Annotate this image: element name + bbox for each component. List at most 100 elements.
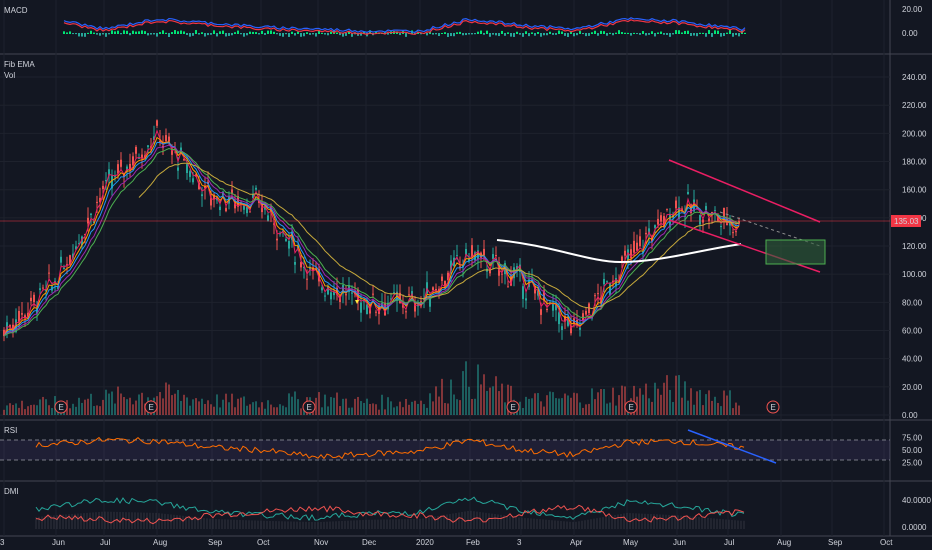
dmi-adx-bar xyxy=(713,518,715,529)
rsi-axis-label: 25.00 xyxy=(902,459,923,468)
candle-body[interactable] xyxy=(645,232,647,235)
candle-body[interactable] xyxy=(87,217,89,224)
candle-body[interactable] xyxy=(255,187,257,190)
candle-body[interactable] xyxy=(30,297,32,302)
candle-body[interactable] xyxy=(90,213,92,216)
macd-histogram-bar xyxy=(528,33,530,37)
candle-body[interactable] xyxy=(633,240,635,253)
candle-body[interactable] xyxy=(666,208,668,210)
candle-body[interactable] xyxy=(585,310,587,315)
candle-body[interactable] xyxy=(243,205,245,210)
candle-body[interactable] xyxy=(579,327,581,330)
candle-body[interactable] xyxy=(546,309,548,311)
candle-body[interactable] xyxy=(285,239,287,241)
volume-bar xyxy=(15,403,17,415)
candle-body[interactable] xyxy=(48,272,50,274)
candle-body[interactable] xyxy=(201,194,203,197)
candle-body[interactable] xyxy=(186,164,188,174)
candle-body[interactable] xyxy=(492,254,494,259)
macd-histogram-bar xyxy=(312,33,314,35)
candle-body[interactable] xyxy=(321,287,323,291)
candle-body[interactable] xyxy=(699,214,701,225)
candle-body[interactable] xyxy=(471,245,473,258)
volume-bar xyxy=(39,399,41,415)
candle-body[interactable] xyxy=(276,238,278,241)
dmi-adx-bar xyxy=(284,521,286,529)
candle-body[interactable] xyxy=(351,292,353,294)
candle-body[interactable] xyxy=(561,326,563,331)
candle-body[interactable] xyxy=(657,218,659,225)
candle-body[interactable] xyxy=(288,241,290,249)
macd-histogram-bar xyxy=(588,33,590,36)
candle-body[interactable] xyxy=(720,226,722,228)
candle-body[interactable] xyxy=(375,311,377,313)
candle-body[interactable] xyxy=(372,293,374,295)
candle-body[interactable] xyxy=(606,281,608,283)
candle-body[interactable] xyxy=(135,146,137,154)
candle-body[interactable] xyxy=(495,255,497,257)
candle-body[interactable] xyxy=(732,232,734,234)
candle-body[interactable] xyxy=(345,294,347,296)
candle-body[interactable] xyxy=(636,242,638,251)
candle-body[interactable] xyxy=(156,120,158,126)
candle-body[interactable] xyxy=(675,200,677,209)
candle-body[interactable] xyxy=(147,145,149,148)
candle-body[interactable] xyxy=(39,288,41,290)
candle-body[interactable] xyxy=(330,292,332,300)
candle-body[interactable] xyxy=(219,206,221,211)
dmi-adx-bar xyxy=(101,511,103,529)
candle-body[interactable] xyxy=(597,293,599,295)
candle-body[interactable] xyxy=(102,185,104,190)
candle-body[interactable] xyxy=(249,211,251,213)
candle-body[interactable] xyxy=(306,278,308,280)
candle-body[interactable] xyxy=(408,294,410,296)
chart-canvas[interactable]: E E E E E E 3 Jun Jul Aug Sep Oct Nov Dec 2020 Feb 3 Apr… xyxy=(0,0,932,550)
candle-body[interactable] xyxy=(96,201,98,203)
candle-body[interactable] xyxy=(189,171,191,177)
candle-body[interactable] xyxy=(21,313,23,315)
candle-body[interactable] xyxy=(552,303,554,311)
candle-body[interactable] xyxy=(117,164,119,174)
candle-body[interactable] xyxy=(165,135,167,142)
candle-body[interactable] xyxy=(654,225,656,228)
candle-body[interactable] xyxy=(177,167,179,171)
candle-body[interactable] xyxy=(63,267,65,270)
candle-body[interactable] xyxy=(603,278,605,285)
candle-body[interactable] xyxy=(225,208,227,212)
candle-body[interactable] xyxy=(582,313,584,321)
candle-body[interactable] xyxy=(540,309,542,315)
candle-body[interactable] xyxy=(42,287,44,289)
candle-body[interactable] xyxy=(594,295,596,297)
candle-body[interactable] xyxy=(687,191,689,195)
candle-body[interactable] xyxy=(522,286,524,299)
candle-body[interactable] xyxy=(456,255,458,257)
candle-body[interactable] xyxy=(267,215,269,222)
candle-body[interactable] xyxy=(507,286,509,288)
candle-body[interactable] xyxy=(714,210,716,212)
candle-body[interactable] xyxy=(393,292,395,294)
volume-bar xyxy=(393,407,395,415)
candle-body[interactable] xyxy=(483,248,485,256)
candle-body[interactable] xyxy=(192,178,194,183)
candle-body[interactable] xyxy=(432,287,434,291)
candle-body[interactable] xyxy=(294,262,296,265)
candle-body[interactable] xyxy=(60,256,62,263)
candle-body[interactable] xyxy=(501,273,503,275)
candle-body[interactable] xyxy=(624,250,626,256)
candle-body[interactable] xyxy=(168,136,170,142)
candle-body[interactable] xyxy=(735,231,737,233)
candle-body[interactable] xyxy=(120,159,122,167)
candle-body[interactable] xyxy=(639,236,641,247)
candle-body[interactable] xyxy=(360,302,362,313)
target-zone-box[interactable] xyxy=(765,239,826,265)
candle-body[interactable] xyxy=(324,295,326,297)
volume-bar xyxy=(465,361,467,415)
candle-body[interactable] xyxy=(366,304,368,315)
dmi-adx-bar xyxy=(125,512,127,529)
candle-body[interactable] xyxy=(33,294,35,303)
candle-body[interactable] xyxy=(300,262,302,268)
macd-histogram-bar xyxy=(297,31,299,34)
candle-body[interactable] xyxy=(441,276,443,281)
candle-body[interactable] xyxy=(525,298,527,301)
candle-body[interactable] xyxy=(405,311,407,313)
